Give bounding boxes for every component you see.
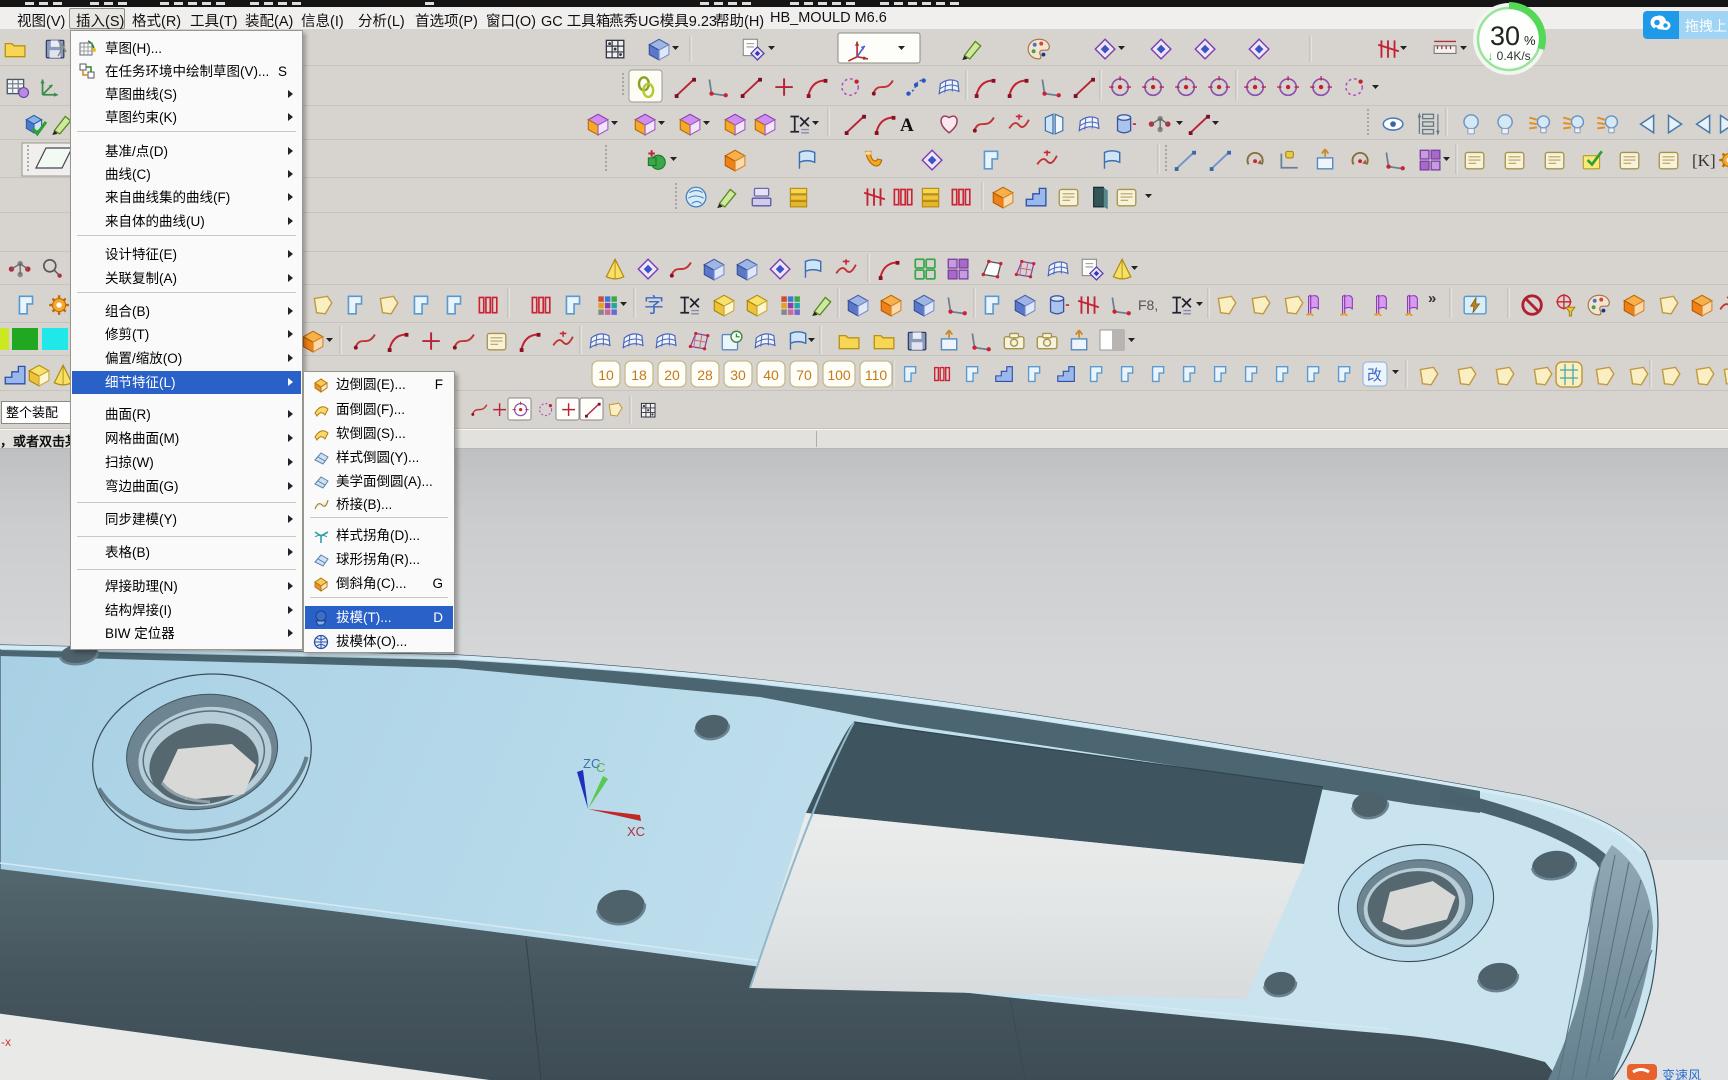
svg-text:18: 18 — [631, 367, 647, 383]
svg-text:30: 30 — [1490, 21, 1520, 51]
svg-text:[K]: [K] — [1692, 151, 1716, 170]
svg-text:F8,: F8, — [1138, 297, 1158, 313]
svg-text:»: » — [1428, 290, 1436, 307]
svg-text:↓ 0.4K/s: ↓ 0.4K/s — [1487, 49, 1530, 63]
svg-text:-x: -x — [1, 1035, 11, 1049]
svg-text:28: 28 — [697, 367, 713, 383]
svg-text:110: 110 — [865, 367, 888, 383]
svg-text:100: 100 — [827, 367, 851, 383]
svg-text:变速风: 变速风 — [1662, 1068, 1701, 1080]
svg-text:字: 字 — [644, 294, 664, 317]
svg-text:C: C — [596, 760, 605, 775]
svg-text:%: % — [1524, 33, 1536, 48]
svg-text:20: 20 — [664, 367, 680, 383]
svg-text:A: A — [900, 115, 914, 136]
svg-text:XC: XC — [627, 824, 645, 839]
svg-text:30: 30 — [730, 367, 746, 383]
svg-text:70: 70 — [796, 367, 812, 383]
svg-text:改: 改 — [1367, 367, 1382, 384]
svg-text:40: 40 — [763, 367, 779, 383]
svg-text:10: 10 — [598, 367, 614, 383]
